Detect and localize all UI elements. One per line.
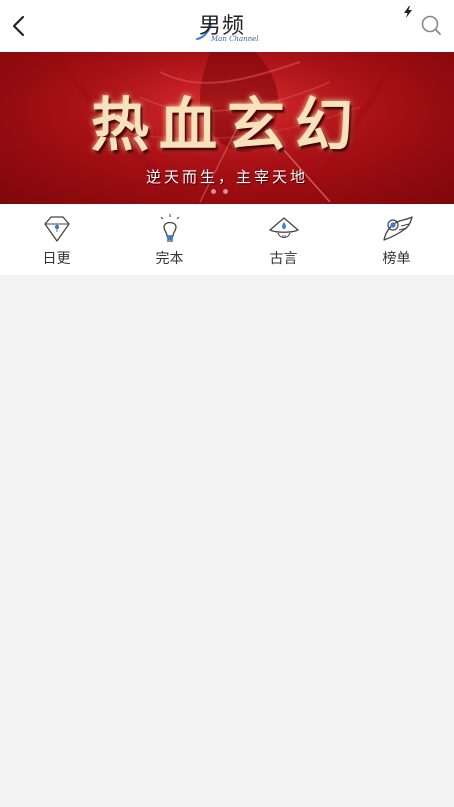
category-label: 榜单 — [382, 251, 411, 267]
category-completed[interactable]: 完本 — [113, 204, 226, 275]
diamond-icon — [44, 216, 70, 242]
promo-banner[interactable]: 热血玄幻 逆天而生，主宰天地 — [0, 52, 454, 204]
banner-title: 热血玄幻 — [90, 91, 363, 159]
chevron-left-icon — [12, 15, 25, 37]
page: 男频 Man Channel 热血玄幻 逆天而生，主宰天地 日更 完本 古言 榜… — [0, 0, 454, 807]
search-icon — [421, 15, 441, 35]
carousel-indicator — [211, 189, 235, 195]
page-subtitle: Man Channel — [211, 35, 259, 43]
category-daily-update[interactable]: 日更 — [0, 204, 113, 275]
lightning-icon — [404, 6, 412, 18]
category-navigation: 日更 完本 古言 榜单 — [0, 204, 454, 275]
carousel-dot[interactable] — [211, 189, 216, 194]
hat-icon — [269, 217, 299, 239]
lightbulb-icon — [160, 214, 180, 242]
banner-subtitle: 逆天而生，主宰天地 — [145, 168, 308, 186]
carousel-dot[interactable] — [223, 189, 228, 194]
eye-wing-icon — [383, 216, 413, 241]
top-navigation-bar: 男频 Man Channel — [0, 0, 454, 53]
category-label: 古言 — [269, 251, 298, 267]
search-button[interactable] — [420, 14, 442, 36]
category-label: 日更 — [42, 251, 71, 267]
content-area — [0, 275, 454, 807]
back-button[interactable] — [8, 12, 32, 40]
channel-title: 男频 Man Channel — [187, 6, 267, 46]
category-label: 完本 — [155, 251, 184, 267]
category-rankings[interactable]: 榜单 — [340, 204, 453, 275]
category-ancient-romance[interactable]: 古言 — [227, 204, 340, 275]
